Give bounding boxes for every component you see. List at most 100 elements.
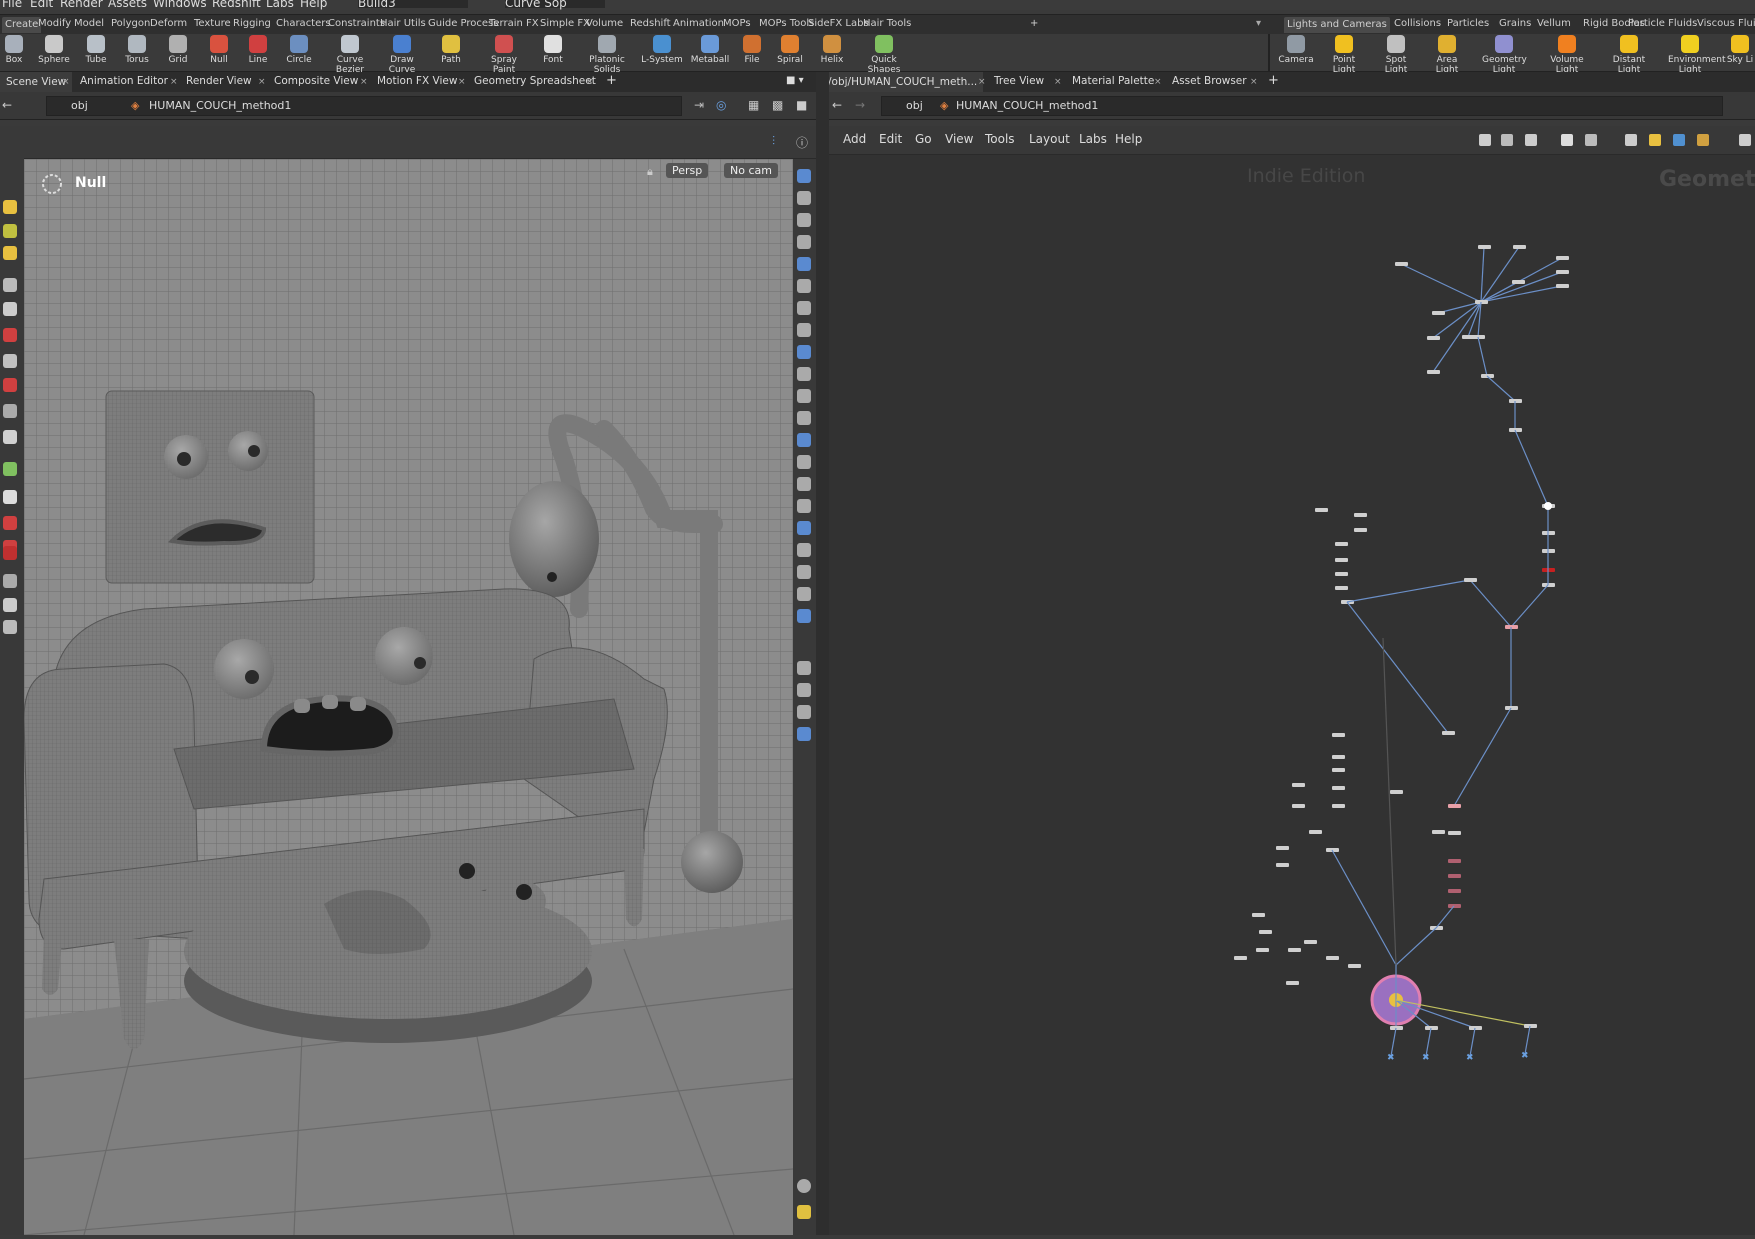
tool-circle[interactable]: Circle (277, 35, 321, 65)
network-node[interactable] (1348, 964, 1361, 968)
shelf-tab-19[interactable]: Hair Tools (863, 18, 911, 29)
point-numbers-icon[interactable] (797, 433, 811, 447)
tool-torus[interactable]: Torus (115, 35, 159, 65)
tool-box[interactable]: Box (0, 35, 36, 65)
tool-helix[interactable]: Helix (810, 35, 854, 65)
network-node[interactable] (1332, 755, 1345, 759)
close-icon[interactable]: × (978, 77, 986, 87)
pane-tab-right-2[interactable]: Material Palette (1072, 75, 1154, 87)
network-node[interactable] (1288, 948, 1301, 952)
flashlight-icon[interactable] (3, 620, 17, 634)
network-node[interactable] (1432, 830, 1445, 834)
add-tab-icon[interactable]: + (606, 73, 617, 88)
network-node[interactable] (1326, 956, 1339, 960)
network-node[interactable] (1332, 768, 1345, 772)
vertex-icon[interactable] (797, 367, 811, 381)
network-node[interactable] (1335, 542, 1348, 546)
network-node[interactable] (1556, 284, 1569, 288)
tree-icon[interactable] (1501, 134, 1513, 146)
pane-tab-2[interactable]: Render View (186, 75, 252, 87)
snap-icon[interactable]: ⫶ (772, 134, 775, 149)
network-menu-tools[interactable]: Tools (985, 132, 1015, 146)
pane-tab-right-1[interactable]: Tree View (994, 75, 1044, 87)
close-icon[interactable]: × (360, 77, 368, 87)
tool-draw-curve[interactable]: Draw Curve (380, 35, 424, 75)
display-option-icon[interactable] (797, 169, 811, 183)
network-node[interactable] (1448, 804, 1461, 808)
network-node[interactable] (1315, 508, 1328, 512)
shelf-tab-right-2[interactable]: Particles (1447, 18, 1489, 29)
dropdown-icon[interactable]: ▾ (1256, 18, 1261, 29)
forward-arrow-icon[interactable]: → (855, 98, 865, 112)
shelf-tab-right-6[interactable]: Particle Fluids (1628, 18, 1697, 29)
link-icon[interactable]: ◎ (716, 98, 726, 112)
wrench-icon[interactable] (1479, 134, 1491, 146)
camera-menu[interactable]: No cam (724, 163, 778, 178)
tool-line[interactable]: Line (236, 35, 280, 65)
tool-distant-light[interactable]: Distant Light (1607, 35, 1651, 75)
axis-icon[interactable] (797, 609, 811, 623)
back-arrow-icon[interactable]: ← (2, 98, 12, 112)
pane-tab-1[interactable]: Animation Editor (80, 75, 168, 87)
search-icon[interactable] (1739, 134, 1751, 146)
rop-node-icon[interactable]: ✖ (1387, 1053, 1395, 1063)
network-node[interactable] (1332, 733, 1345, 737)
guide-icon[interactable] (797, 499, 811, 513)
transform-icon[interactable] (3, 430, 17, 444)
background-icon[interactable] (797, 345, 811, 359)
network-node[interactable] (1505, 706, 1518, 710)
shelf-tab-5[interactable]: Texture (194, 18, 231, 29)
panel-menu-icon[interactable]: ■ ▾ (786, 75, 804, 86)
pin-icon[interactable]: ⇥ (694, 98, 704, 112)
tool-font[interactable]: Font (531, 35, 575, 65)
network-node[interactable] (1286, 981, 1299, 985)
menu-windows[interactable]: Windows (153, 0, 207, 9)
shelf-tab-4[interactable]: Deform (150, 18, 187, 29)
network-box-icon[interactable] (1697, 134, 1709, 146)
network-node[interactable] (1390, 1026, 1403, 1030)
knife-icon[interactable] (797, 411, 811, 425)
display-icon[interactable]: ▩ (772, 98, 783, 112)
network-node[interactable] (1464, 578, 1477, 582)
add-tab-icon[interactable]: + (1268, 73, 1279, 88)
network-node[interactable] (1448, 831, 1461, 835)
network-node[interactable] (1252, 913, 1265, 917)
magnet-red-icon[interactable] (3, 546, 17, 560)
tool-spray-paint[interactable]: Spray Paint (482, 35, 526, 75)
menu-render[interactable]: Render (60, 0, 103, 9)
network-menu-go[interactable]: Go (915, 132, 932, 146)
network-node[interactable] (1513, 245, 1526, 249)
frame-icon[interactable] (797, 661, 811, 675)
network-node[interactable] (1427, 370, 1440, 374)
close-icon[interactable]: × (458, 77, 466, 87)
pane-divider[interactable] (816, 72, 829, 1235)
shelf-tab-10[interactable]: Guide Process (428, 18, 498, 29)
menu-edit[interactable]: Edit (30, 0, 53, 9)
network-node[interactable] (1442, 731, 1455, 735)
network-node[interactable] (1332, 804, 1345, 808)
viewport-icon[interactable] (797, 705, 811, 719)
tool-path[interactable]: Path (429, 35, 473, 65)
shelf-tab-right-1[interactable]: Collisions (1394, 18, 1441, 29)
hair-icon[interactable] (797, 587, 811, 601)
network-node[interactable] (1448, 904, 1461, 908)
tool-camera[interactable]: Camera (1274, 35, 1318, 65)
network-editor[interactable]: Indie Edition Geometry ✖ ✖ ✖ ✖ (829, 155, 1755, 1235)
close-icon[interactable]: × (62, 77, 70, 87)
snap-icon[interactable] (3, 378, 17, 392)
shelf-tab-13[interactable]: Volume (586, 18, 623, 29)
network-node[interactable] (1469, 1026, 1482, 1030)
network-node[interactable] (1512, 280, 1525, 284)
tool-tube[interactable]: Tube (74, 35, 118, 65)
shelf-tab-3[interactable]: Polygon (111, 18, 150, 29)
shelf-tab-15[interactable]: Animation (673, 18, 724, 29)
sphere-display-icon[interactable] (797, 257, 811, 271)
shelf-tab-0[interactable]: Create (2, 17, 42, 33)
close-icon[interactable]: × (1054, 77, 1062, 87)
parameters-icon[interactable] (1625, 134, 1637, 146)
network-menu-edit[interactable]: Edit (879, 132, 902, 146)
network-node[interactable] (1335, 558, 1348, 562)
network-menu-labs[interactable]: Labs (1079, 132, 1107, 146)
pane-tab-5[interactable]: Geometry Spreadsheet (474, 75, 596, 87)
close-icon[interactable]: × (258, 77, 266, 87)
